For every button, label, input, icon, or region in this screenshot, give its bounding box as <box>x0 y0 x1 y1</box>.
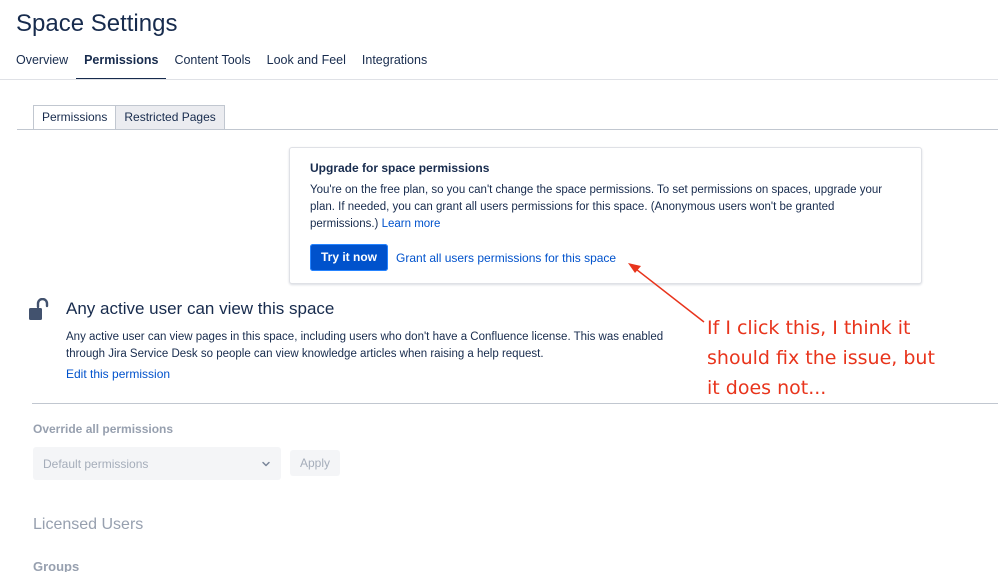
tab-permissions[interactable]: Permissions <box>76 53 167 80</box>
tab-look-and-feel[interactable]: Look and Feel <box>267 53 346 79</box>
try-it-now-button[interactable]: Try it now <box>310 244 389 271</box>
annotation-arrow <box>628 263 705 323</box>
permissions-select[interactable]: Default permissions <box>33 447 281 480</box>
tabs-divider <box>0 79 998 80</box>
active-users-title: Any active user can view this space <box>66 299 335 318</box>
settings-tabs: Overview Permissions Content Tools Look … <box>16 53 443 80</box>
unlock-icon <box>29 298 49 320</box>
override-permissions-label: Override all permissions <box>33 422 174 436</box>
tab-overview[interactable]: Overview <box>16 53 68 79</box>
subtab-restricted-pages[interactable]: Restricted Pages <box>116 105 225 130</box>
active-users-description: Any active user can view pages in this s… <box>66 331 664 360</box>
groups-heading: Groups <box>33 559 80 572</box>
tab-content-tools[interactable]: Content Tools <box>174 53 250 79</box>
upgrade-title: Upgrade for space permissions <box>310 161 490 175</box>
upgrade-actions: Try it now Grant all users permissions f… <box>310 244 616 271</box>
upgrade-description: You're on the free plan, so you can't ch… <box>310 182 900 233</box>
select-value: Default permissions <box>43 456 149 471</box>
upgrade-panel: Upgrade for space permissions You're on … <box>289 147 922 284</box>
tab-integrations[interactable]: Integrations <box>362 53 427 79</box>
apply-button[interactable]: Apply <box>290 450 341 476</box>
learn-more-link[interactable]: Learn more <box>382 218 441 230</box>
space-settings-page: Space Settings Overview Permissions Cont… <box>0 0 998 572</box>
subtabs-divider <box>17 129 998 130</box>
licensed-users-heading: Licensed Users <box>33 516 144 533</box>
section-divider <box>32 403 998 404</box>
chevron-down-icon <box>262 461 270 466</box>
subtab-permissions[interactable]: Permissions <box>33 105 117 130</box>
edit-permission-link[interactable]: Edit this permission <box>66 367 170 381</box>
annotation-note: If I click this, I think it should fix t… <box>707 317 935 399</box>
permissions-subtabs: Permissions Restricted Pages <box>33 105 225 130</box>
page-title: Space Settings <box>16 10 178 37</box>
grant-all-users-link[interactable]: Grant all users permissions for this spa… <box>396 251 616 265</box>
